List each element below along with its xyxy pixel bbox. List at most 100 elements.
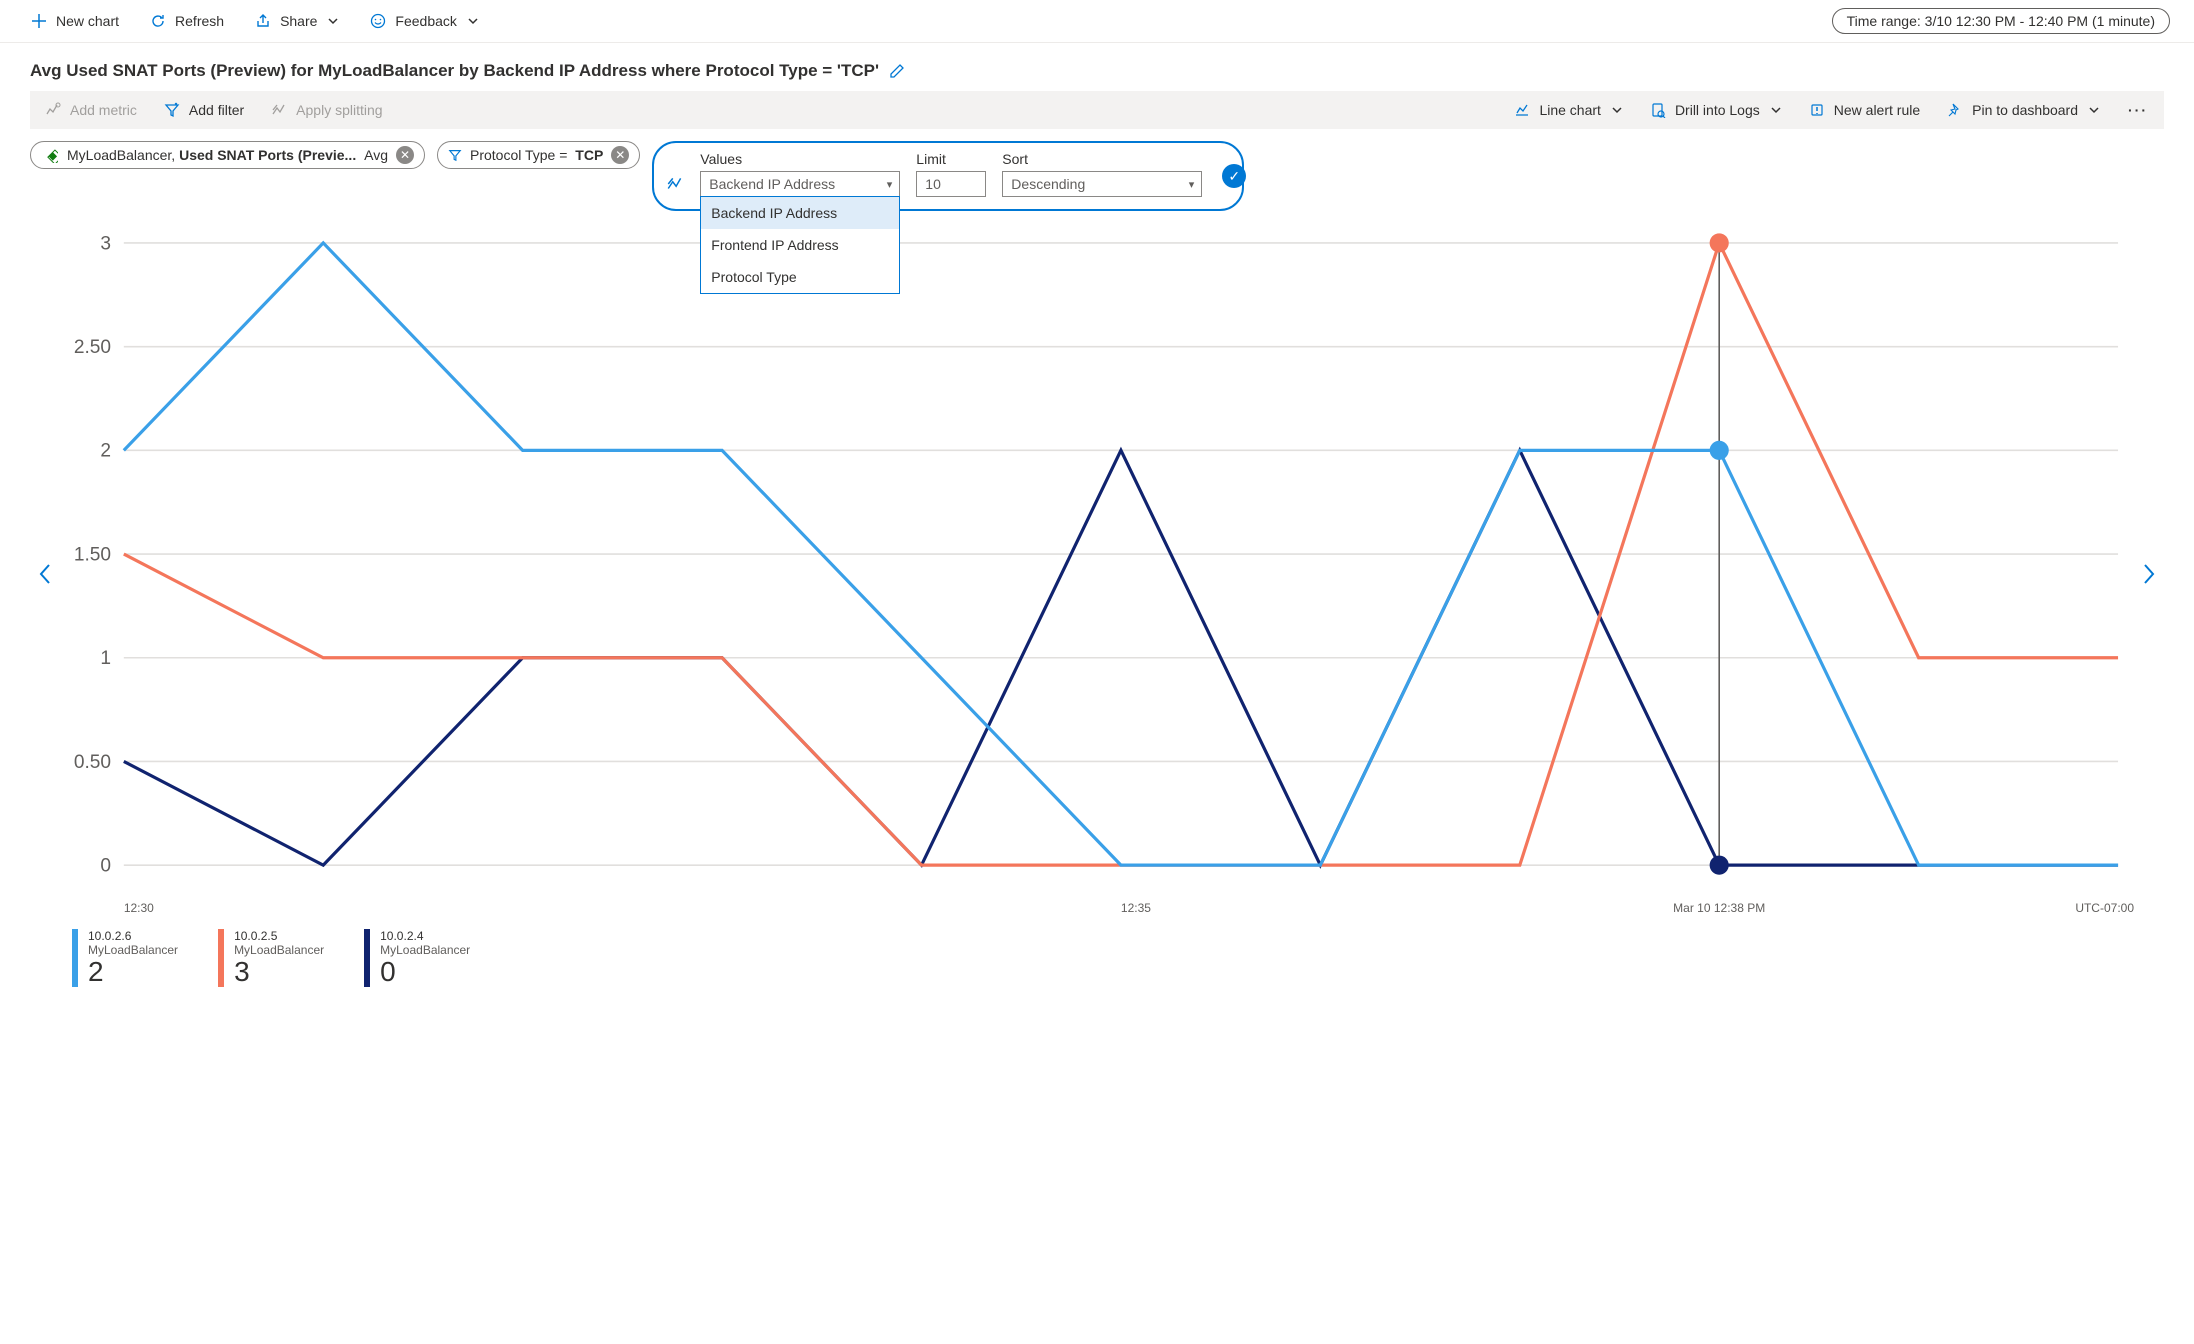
- line-chart-svg[interactable]: 00.5011.5022.503: [60, 227, 2134, 897]
- legend-item[interactable]: 10.0.2.6 MyLoadBalancer 2: [72, 929, 178, 987]
- legend-color-bar: [72, 929, 78, 987]
- x-tick-label: 12:35: [1121, 901, 1151, 915]
- svg-text:1: 1: [100, 648, 111, 669]
- metric-chip[interactable]: MyLoadBalancer, Used SNAT Ports (Previe.…: [30, 141, 425, 169]
- dropdown-item-protocol-type[interactable]: Protocol Type: [701, 261, 899, 293]
- legend-color-bar: [364, 929, 370, 987]
- metric-name-label: Used SNAT Ports (Previe...: [179, 147, 356, 163]
- resource-icon: [41, 146, 59, 164]
- refresh-label: Refresh: [175, 13, 224, 29]
- refresh-icon: [149, 12, 167, 30]
- add-metric-icon: [44, 101, 62, 119]
- legend-series-name: 10.0.2.4: [380, 929, 470, 943]
- feedback-button[interactable]: Feedback: [363, 8, 484, 34]
- chevron-down-icon: [1770, 104, 1782, 116]
- share-label: Share: [280, 13, 317, 29]
- logs-icon: [1649, 101, 1667, 119]
- prev-chart-button[interactable]: [30, 227, 60, 921]
- chips-row: MyLoadBalancer, Used SNAT Ports (Previe.…: [0, 129, 2194, 217]
- apply-splitting-label: Apply splitting: [296, 102, 382, 118]
- timezone-label: UTC-07:00: [2075, 901, 2134, 915]
- alert-icon: [1808, 101, 1826, 119]
- limit-input[interactable]: [916, 171, 986, 197]
- share-icon: [254, 12, 272, 30]
- next-chart-button[interactable]: [2134, 227, 2164, 921]
- values-label: Values: [700, 151, 900, 167]
- legend-resource-name: MyLoadBalancer: [380, 943, 470, 957]
- apply-splitting-button[interactable]: Apply splitting: [266, 99, 386, 121]
- pin-to-dashboard-button[interactable]: Pin to dashboard: [1942, 99, 2104, 121]
- filter-value-label: TCP: [575, 147, 603, 163]
- x-tick-label: 12:30: [124, 901, 154, 915]
- legend-resource-name: MyLoadBalancer: [88, 943, 178, 957]
- time-range-picker[interactable]: Time range: 3/10 12:30 PM - 12:40 PM (1 …: [1832, 8, 2170, 34]
- filter-field-label: Protocol Type =: [470, 147, 567, 163]
- values-select[interactable]: [700, 171, 900, 197]
- feedback-label: Feedback: [395, 13, 456, 29]
- pin-icon: [1946, 101, 1964, 119]
- chart-area: 00.5011.5022.503 12:3012:35Mar 10 12:38 …: [30, 227, 2164, 921]
- legend-series-name: 10.0.2.5: [234, 929, 324, 943]
- chevron-down-icon: [467, 15, 479, 27]
- chart-type-button[interactable]: Line chart: [1509, 99, 1626, 121]
- svg-text:2.50: 2.50: [74, 337, 111, 358]
- split-config-pill: Values ▾ Backend IP Address Frontend IP …: [652, 141, 1244, 211]
- remove-metric-button[interactable]: ✕: [396, 146, 414, 164]
- split-icon: [666, 175, 684, 193]
- filter-chip[interactable]: Protocol Type = TCP ✕: [437, 141, 640, 169]
- chevron-down-icon: [1611, 104, 1623, 116]
- legend-item[interactable]: 10.0.2.5 MyLoadBalancer 3: [218, 929, 324, 987]
- metric-agg-label: Avg: [364, 147, 388, 163]
- drill-into-logs-label: Drill into Logs: [1675, 102, 1760, 118]
- svg-text:0: 0: [100, 856, 111, 877]
- refresh-button[interactable]: Refresh: [143, 8, 230, 34]
- drill-into-logs-button[interactable]: Drill into Logs: [1645, 99, 1786, 121]
- chart-type-label: Line chart: [1539, 102, 1600, 118]
- apply-split-button[interactable]: ✓: [1222, 164, 1246, 188]
- legend-item[interactable]: 10.0.2.4 MyLoadBalancer 0: [364, 929, 470, 987]
- legend-color-bar: [218, 929, 224, 987]
- chevron-down-icon: [327, 15, 339, 27]
- legend-last-value: 2: [88, 957, 178, 987]
- add-filter-label: Add filter: [189, 102, 244, 118]
- time-range-label: Time range: 3/10 12:30 PM - 12:40 PM (1 …: [1847, 13, 2155, 29]
- legend-last-value: 0: [380, 957, 470, 987]
- split-icon: [270, 101, 288, 119]
- more-button[interactable]: ···: [2122, 102, 2154, 118]
- edit-icon[interactable]: [889, 63, 905, 79]
- chart-title-row: Avg Used SNAT Ports (Preview) for MyLoad…: [0, 43, 2194, 91]
- limit-label: Limit: [916, 151, 986, 167]
- svg-text:2: 2: [100, 441, 111, 462]
- svg-text:0.50: 0.50: [74, 752, 111, 773]
- legend-series-name: 10.0.2.6: [88, 929, 178, 943]
- add-metric-button[interactable]: Add metric: [40, 99, 141, 121]
- dropdown-item-backend-ip[interactable]: Backend IP Address: [701, 197, 899, 229]
- pin-to-dashboard-label: Pin to dashboard: [1972, 102, 2078, 118]
- new-chart-label: New chart: [56, 13, 119, 29]
- share-button[interactable]: Share: [248, 8, 345, 34]
- legend-resource-name: MyLoadBalancer: [234, 943, 324, 957]
- remove-filter-button[interactable]: ✕: [611, 146, 629, 164]
- values-dropdown: Backend IP Address Frontend IP Address P…: [700, 196, 900, 294]
- chevron-down-icon: [2088, 104, 2100, 116]
- plus-icon: [30, 12, 48, 30]
- sort-label: Sort: [1002, 151, 1202, 167]
- filter-icon: [448, 148, 462, 162]
- hover-time-label: Mar 10 12:38 PM: [1673, 901, 1765, 915]
- add-metric-label: Add metric: [70, 102, 137, 118]
- dropdown-item-frontend-ip[interactable]: Frontend IP Address: [701, 229, 899, 261]
- legend-last-value: 3: [234, 957, 324, 987]
- new-alert-rule-button[interactable]: New alert rule: [1804, 99, 1924, 121]
- line-chart-icon: [1513, 101, 1531, 119]
- add-filter-button[interactable]: Add filter: [159, 99, 248, 121]
- metric-resource-label: MyLoadBalancer,: [67, 147, 175, 163]
- new-alert-rule-label: New alert rule: [1834, 102, 1920, 118]
- filter-icon: [163, 101, 181, 119]
- smiley-icon: [369, 12, 387, 30]
- sort-select[interactable]: [1002, 171, 1202, 197]
- svg-text:1.50: 1.50: [74, 544, 111, 565]
- new-chart-button[interactable]: New chart: [24, 8, 125, 34]
- top-toolbar: New chart Refresh Share Feedback: [0, 0, 2194, 43]
- chart-title: Avg Used SNAT Ports (Preview) for MyLoad…: [30, 61, 879, 81]
- chart-toolbar: Add metric Add filter Apply splitting Li…: [30, 91, 2164, 129]
